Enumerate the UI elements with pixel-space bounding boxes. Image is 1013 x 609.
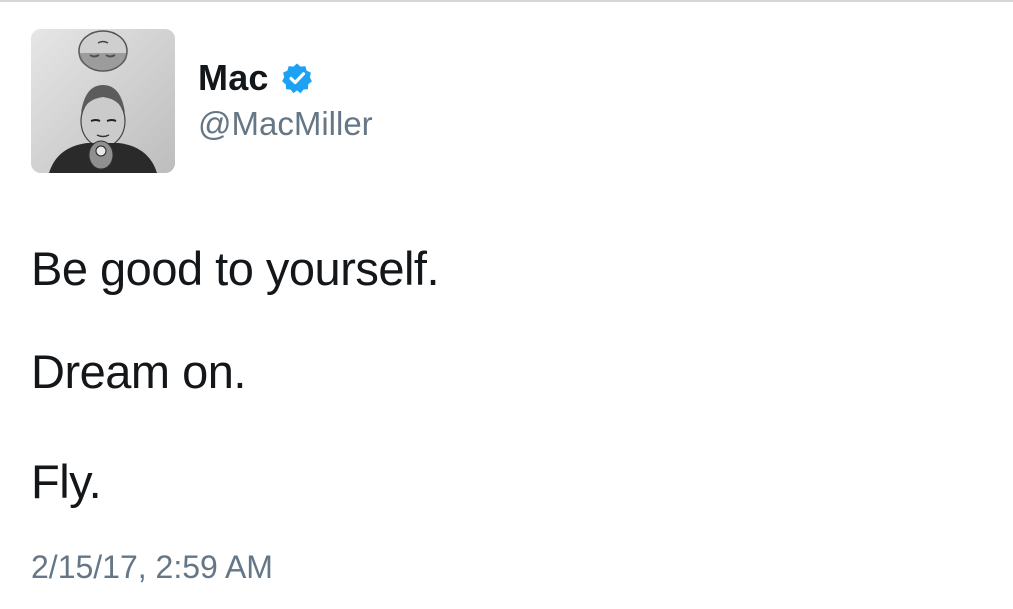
display-name[interactable]: Mac	[198, 56, 269, 100]
author-name-row: Mac	[198, 56, 313, 100]
tweet-timestamp[interactable]: 2/15/17, 2:59 AM	[31, 547, 273, 587]
verified-badge-icon	[281, 63, 312, 94]
tweet-text-line: Be good to yourself.	[31, 242, 440, 295]
tweet-text-line: Fly.	[31, 455, 102, 508]
profile-photo-icon	[31, 29, 175, 173]
tweet-card: Mac @MacMiller Be good to yourself. Drea…	[0, 0, 1013, 609]
avatar[interactable]	[31, 29, 175, 173]
author-handle[interactable]: @MacMiller	[198, 104, 373, 144]
tweet-text-line: Dream on.	[31, 345, 246, 398]
